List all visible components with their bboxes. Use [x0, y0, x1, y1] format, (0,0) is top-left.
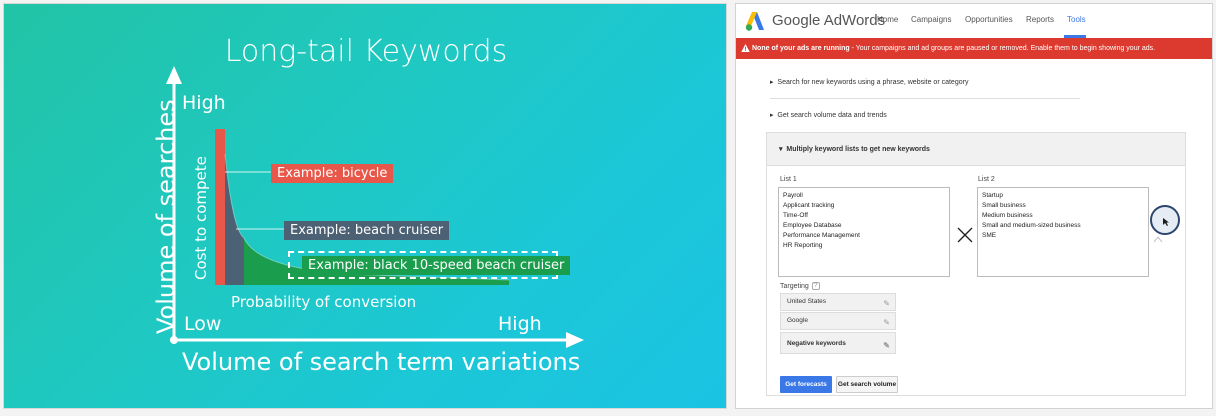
panel-title: ▾ Multiply keyword lists to get new keyw…: [779, 146, 930, 153]
search-volume-link[interactable]: ▸ Get search volume data and trends: [770, 111, 887, 119]
y-axis-sub-label: Cost to compete: [192, 156, 210, 280]
list-2-item: Medium business: [982, 212, 1033, 219]
divider-1: [770, 98, 1080, 99]
list-1-item: Applicant tracking: [783, 202, 835, 209]
adwords-logo-icon: [745, 12, 764, 31]
nav-home[interactable]: Home: [877, 15, 898, 24]
warning-message: - Your campaigns and ad groups are pause…: [849, 45, 1156, 52]
list-2-item: SME: [982, 232, 997, 239]
example-long-tail-tag: Example: black 10-speed beach cruiser: [302, 256, 571, 275]
example-bicycle-tag: Example: bicycle: [271, 164, 394, 183]
list-1-item: Time-Off: [783, 212, 808, 219]
adwords-logo-text: Google AdWords: [772, 12, 886, 29]
targeting-location-label: United States: [787, 298, 827, 305]
adwords-top-bar: Google AdWords Home Campaigns Opportunit…: [736, 4, 1212, 38]
targeting-negative-keywords[interactable]: Negative keywords ✎: [780, 332, 896, 354]
middle-segment: [225, 154, 244, 285]
warning-title: None of your ads are running: [752, 45, 850, 52]
multiply-icon: [957, 227, 973, 243]
targeting-network[interactable]: Google ✎: [780, 312, 896, 330]
edit-pencil-icon[interactable]: ✎: [883, 335, 890, 357]
nav-tools[interactable]: Tools: [1067, 15, 1086, 24]
search-new-keywords-link[interactable]: ▸ Search for new keywords using a phrase…: [770, 78, 968, 86]
edit-pencil-icon[interactable]: ✎: [883, 296, 890, 312]
list-1-item: HR Reporting: [783, 242, 823, 249]
x-axis-sub-label: Probability of conversion: [231, 293, 417, 311]
nav-campaigns[interactable]: Campaigns: [911, 15, 951, 24]
targeting-label: Targeting?: [780, 282, 820, 290]
list-1-item: Employee Database: [783, 222, 842, 229]
list-1-label: List 1: [780, 176, 797, 183]
panel-header[interactable]: ▾ Multiply keyword lists to get new keyw…: [767, 133, 1185, 166]
list-1-item: Payroll: [783, 192, 803, 199]
warning-icon: [741, 43, 750, 53]
y-axis-high-label: High: [182, 92, 226, 114]
axis-origin-dot: [170, 336, 178, 344]
search-volume-label: Get search volume data and trends: [777, 112, 887, 119]
list-2-item: Startup: [982, 192, 1003, 199]
nav-opportunities[interactable]: Opportunities: [965, 15, 1013, 24]
list-2-label: List 2: [978, 176, 995, 183]
x-axis-arrow: [566, 332, 584, 348]
mouse-cursor-icon: [1163, 218, 1169, 226]
head-segment: [215, 129, 225, 285]
list-1-textarea[interactable]: Payroll Applicant tracking Time-Off Empl…: [778, 187, 950, 277]
get-forecasts-button[interactable]: Get forecasts: [780, 376, 832, 393]
list-2-item: Small and medium-sized business: [982, 222, 1081, 229]
adwords-window: Google AdWords Home Campaigns Opportunit…: [735, 3, 1213, 409]
search-new-keywords-label: Search for new keywords using a phrase, …: [777, 79, 969, 86]
example-beach-cruiser-tag: Example: beach cruiser: [284, 221, 450, 240]
panel-title-label: Multiply keyword lists to get new keywor…: [786, 146, 930, 153]
warning-banner: None of your ads are running - Your camp…: [736, 38, 1212, 59]
x-axis-low-label: Low: [184, 313, 222, 335]
targeting-location[interactable]: United States ✎: [780, 293, 896, 311]
list-2-item: Small business: [982, 202, 1026, 209]
list-2-textarea[interactable]: Startup Small business Medium business S…: [977, 187, 1149, 277]
x-axis-high-label: High: [498, 313, 542, 335]
get-search-volume-button[interactable]: Get search volume: [836, 376, 898, 393]
list-1-item: Performance Management: [783, 232, 860, 239]
targeting-network-label: Google: [787, 317, 808, 324]
y-axis-title: Volume of searches: [152, 99, 180, 334]
help-icon[interactable]: ?: [811, 282, 820, 290]
next-arrow-icon[interactable]: [1153, 235, 1163, 243]
targeting-label-text: Targeting: [780, 282, 809, 290]
nav-reports[interactable]: Reports: [1026, 15, 1054, 24]
x-axis-title: Volume of search term variations: [182, 348, 581, 376]
y-axis-arrow: [166, 66, 182, 84]
long-tail-slide: Long-tail Keywords Volume of searches Hi…: [3, 3, 727, 409]
edit-pencil-icon[interactable]: ✎: [883, 315, 890, 331]
targeting-negative-label: Negative keywords: [787, 340, 846, 347]
